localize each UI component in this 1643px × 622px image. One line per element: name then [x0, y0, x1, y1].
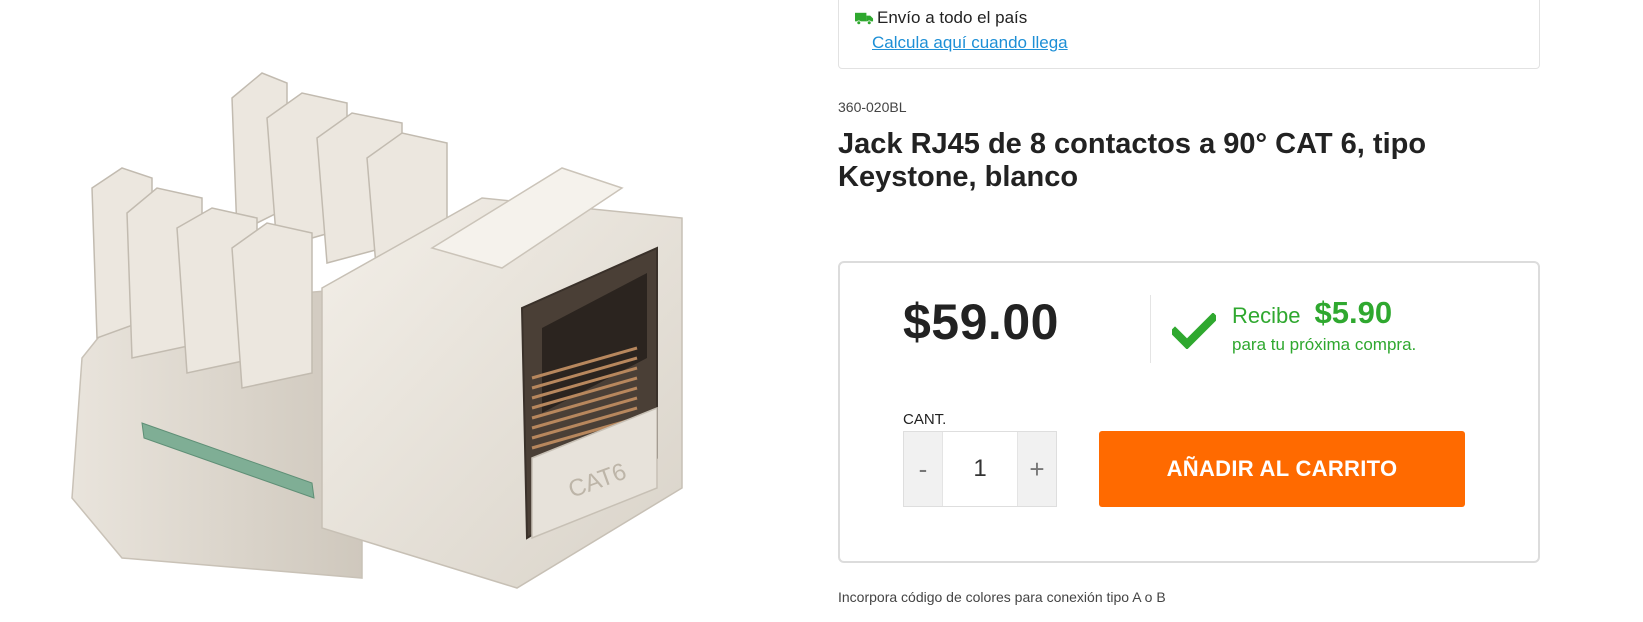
quantity-label: CANT.	[903, 411, 947, 428]
reward-subtext: para tu próxima compra.	[1232, 335, 1417, 354]
product-page: CAT6 Envío a todo el país Calcula aquí c…	[0, 0, 1643, 622]
shipping-text: Envío a todo el país	[877, 8, 1028, 27]
product-sku: 360-020BL	[838, 99, 907, 115]
quantity-input[interactable]: 1	[942, 432, 1018, 506]
quantity-stepper: - 1 +	[903, 431, 1057, 507]
check-icon	[1172, 313, 1216, 349]
purchase-box: $59.00 Recibe $5.90 para tu próxima comp…	[838, 261, 1540, 563]
shipping-line: Envío a todo el país	[855, 8, 1027, 28]
divider	[1150, 295, 1151, 363]
add-to-cart-button[interactable]: AÑADIR AL CARRITO	[1099, 431, 1465, 507]
truck-icon	[855, 11, 874, 26]
calculate-delivery-link[interactable]: Calcula aquí cuando llega	[872, 33, 1068, 53]
reward-label: Recibe	[1232, 303, 1301, 328]
reward-info: Recibe $5.90 para tu próxima compra.	[1232, 295, 1416, 355]
quantity-decrease-button[interactable]: -	[904, 432, 942, 506]
product-title: Jack RJ45 de 8 contactos a 90° CAT 6, ti…	[838, 128, 1427, 193]
product-description: Incorpora código de colores para conexió…	[838, 589, 1166, 605]
reward-line: Recibe $5.90	[1232, 295, 1416, 331]
product-price: $59.00	[903, 294, 1059, 350]
quantity-increase-button[interactable]: +	[1018, 432, 1056, 506]
shipping-info: Envío a todo el país Calcula aquí cuando…	[838, 0, 1540, 69]
reward-amount: $5.90	[1314, 295, 1393, 330]
product-image[interactable]: CAT6	[62, 58, 707, 593]
